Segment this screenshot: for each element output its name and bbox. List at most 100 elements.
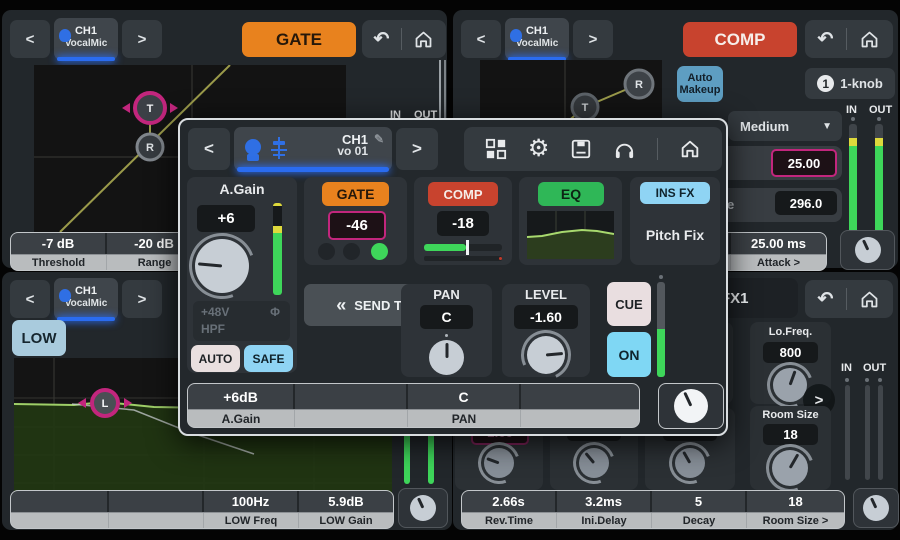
svg-text:L: L <box>102 398 109 410</box>
prev-channel-button[interactable]: < <box>188 128 230 170</box>
auto-makeup-button[interactable]: Auto Makeup <box>677 66 723 102</box>
comp-ratio-handle[interactable]: R <box>625 70 653 98</box>
level-tile[interactable]: LEVEL -1.60 <box>502 284 590 377</box>
home-icon[interactable] <box>413 29 434 50</box>
lo-freq-value[interactable]: 800 <box>763 342 818 363</box>
settings-gear-icon[interactable]: ⚙ <box>528 137 550 161</box>
gate-led-2 <box>343 243 360 260</box>
next-channel-button[interactable]: > <box>122 280 162 318</box>
level-value[interactable]: -1.60 <box>514 305 578 329</box>
one-knob-button[interactable]: 1 1-knob <box>805 68 895 99</box>
home-icon[interactable] <box>679 138 701 160</box>
hpf-label[interactable]: HPF <box>201 322 225 336</box>
assign-knob[interactable] <box>863 495 889 521</box>
out-meter-r <box>878 385 883 480</box>
comp-slider-marker[interactable] <box>466 240 469 255</box>
analog-gain-tile[interactable]: A.Gain +6 +48V Φ HPF AUTO SAFE <box>187 177 297 373</box>
undo-icon[interactable]: ↶ <box>374 30 390 49</box>
prev-channel-button[interactable]: < <box>10 20 50 58</box>
channel-select-tile[interactable]: CH1 VocalMic <box>505 18 569 60</box>
fx-param-strip: 2.66s 3.2ms 5 18 Rev.Time Ini.Delay Deca… <box>461 490 845 529</box>
svg-text:R: R <box>146 142 154 154</box>
again-meter <box>273 203 282 295</box>
save-floppy-icon[interactable] <box>570 138 592 160</box>
pan-tile[interactable]: PAN C <box>401 284 492 377</box>
comp-on-button[interactable]: COMP <box>683 22 797 57</box>
assign-knob[interactable] <box>855 237 881 263</box>
home-icon[interactable] <box>859 29 880 50</box>
touch-knob-tile[interactable] <box>853 488 899 528</box>
room-size-knob[interactable] <box>772 450 808 486</box>
comp-badge[interactable]: COMP <box>428 182 498 206</box>
ini-delay-knob[interactable] <box>579 448 609 478</box>
edit-icon[interactable]: ✎ <box>374 132 384 146</box>
prev-channel-button[interactable]: < <box>10 280 50 318</box>
eq-badge[interactable]: EQ <box>538 182 604 206</box>
monitor-headphones-icon[interactable] <box>613 138 636 161</box>
nav-tile: ↶ <box>362 20 446 58</box>
gate-threshold-value[interactable]: -46 <box>328 211 386 240</box>
menu-grid-icon[interactable] <box>485 138 507 160</box>
comp-summary-tile[interactable]: COMP -18 <box>414 177 512 265</box>
lo-freq-knob[interactable] <box>773 368 807 402</box>
next-channel-button[interactable]: > <box>122 20 162 58</box>
insfx-effect-name: Pitch Fix <box>630 227 720 243</box>
nav-tile: ↶ <box>805 20 893 58</box>
param-value: 18 <box>747 491 844 512</box>
gate-badge[interactable]: GATE <box>322 182 389 206</box>
prev-channel-button[interactable]: < <box>461 20 501 58</box>
touch-knob-tile[interactable] <box>658 383 724 429</box>
phantom-48v-label[interactable]: +48V <box>201 305 229 319</box>
one-knob-icon: 1 <box>817 75 834 92</box>
eq-summary-tile[interactable]: EQ <box>519 177 622 265</box>
touch-knob-tile[interactable] <box>398 488 448 528</box>
home-icon[interactable] <box>859 289 880 310</box>
again-knob[interactable] <box>195 239 249 293</box>
chevron-right-icon: > <box>138 31 147 48</box>
level-knob[interactable] <box>527 336 565 374</box>
comp-threshold-handle[interactable]: T <box>572 94 598 120</box>
eq-mini-graph <box>527 211 614 259</box>
undo-icon[interactable]: ↶ <box>818 30 834 49</box>
param-value: +6dB <box>188 384 295 409</box>
insert-fx-tile[interactable]: INS FX Pitch Fix <box>630 177 720 265</box>
channel-select-tile[interactable]: CH1 ✎ vo 01 <box>234 127 392 171</box>
release-value[interactable]: 296.0 <box>775 191 837 215</box>
next-channel-button[interactable]: > <box>396 128 438 170</box>
touch-knob-tile[interactable] <box>840 230 895 270</box>
undo-icon[interactable]: ↶ <box>818 290 834 309</box>
gate-on-button[interactable]: GATE <box>242 22 356 57</box>
input-options-subtile: +48V Φ HPF <box>193 301 290 341</box>
gain-safe-button[interactable]: SAFE <box>244 345 293 372</box>
on-button[interactable]: ON <box>607 332 651 377</box>
param-value <box>295 384 408 409</box>
next-channel-button[interactable]: > <box>573 20 613 58</box>
pan-value[interactable]: C <box>420 305 473 329</box>
gate-summary-tile[interactable]: GATE -46 <box>304 177 407 265</box>
range-handle[interactable]: R <box>137 134 163 160</box>
mixer-screen: { "common": {"prev": "<", "next": ">", "… <box>0 0 900 540</box>
comp-threshold-value[interactable]: -18 <box>437 211 489 236</box>
rev-time-knob[interactable] <box>484 448 514 478</box>
channel-overview-popup: < CH1 ✎ vo 01 > ⚙ <box>178 118 728 436</box>
attack-value[interactable]: 25.00 <box>771 149 837 177</box>
low-band-button[interactable]: LOW <box>12 320 66 356</box>
room-size-tile[interactable]: Room Size 18 <box>750 406 831 490</box>
again-value[interactable]: +6 <box>197 205 255 232</box>
knee-select-dropdown[interactable]: Medium ▼ <box>728 111 842 141</box>
decay-knob[interactable] <box>675 448 705 478</box>
param-value: 100Hz <box>204 491 299 512</box>
channel-select-tile[interactable]: CH1 VocalMic <box>54 18 118 60</box>
gain-auto-button[interactable]: AUTO <box>191 345 240 372</box>
channel-head-icon <box>510 29 522 42</box>
cue-button[interactable]: CUE <box>607 282 651 326</box>
assign-knob[interactable] <box>674 389 708 423</box>
assign-knob[interactable] <box>410 495 436 521</box>
insfx-badge[interactable]: INS FX <box>640 182 710 204</box>
channel-head-icon <box>59 29 71 42</box>
phase-icon[interactable]: Φ <box>270 305 280 319</box>
channel-select-tile[interactable]: CH1 VocalMic <box>54 278 118 320</box>
pan-knob[interactable] <box>429 340 464 375</box>
channel-active-indicator <box>237 167 389 172</box>
room-size-value[interactable]: 18 <box>763 424 818 445</box>
